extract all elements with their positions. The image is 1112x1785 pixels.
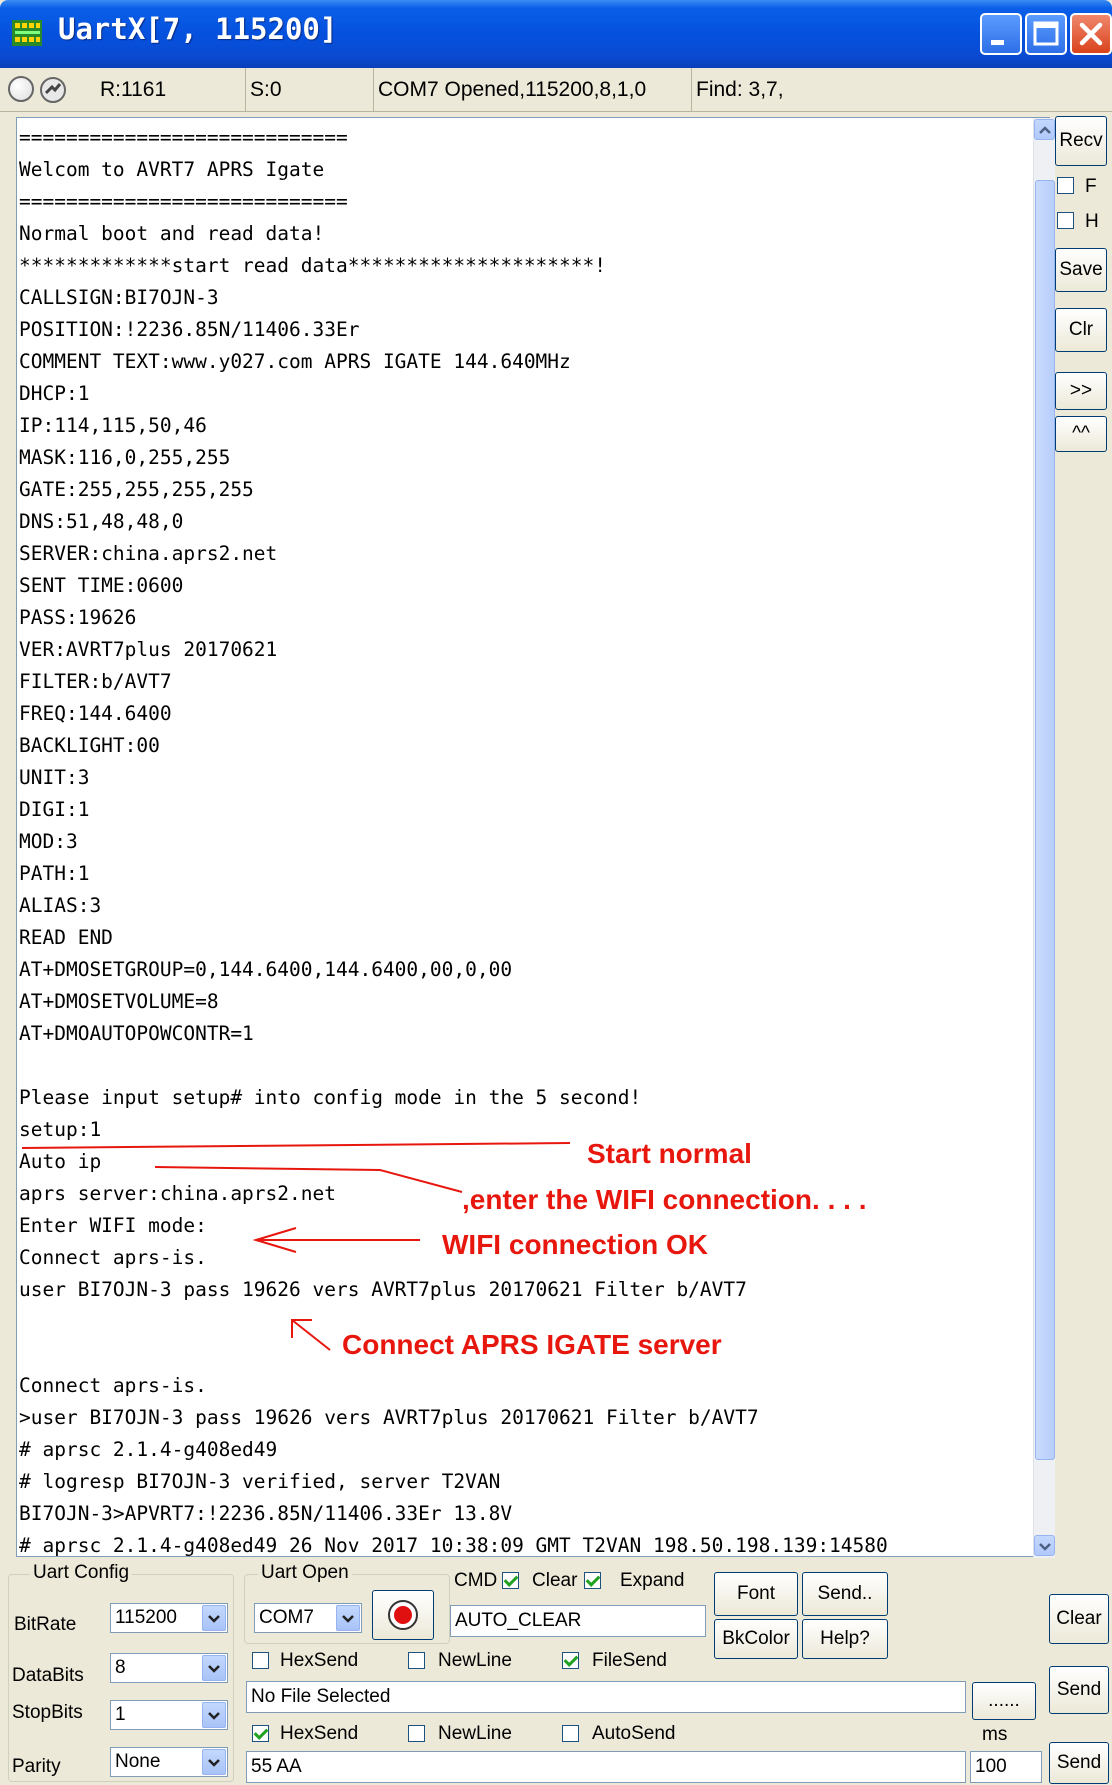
next-button[interactable]: >> — [1055, 372, 1107, 410]
uart-open-title: Uart Open — [258, 1562, 352, 1584]
annotation-wifi-ok: WIFI connection OK — [442, 1229, 708, 1260]
font-button[interactable]: Font — [714, 1572, 798, 1616]
bkcolor-button[interactable]: BkColor — [714, 1619, 798, 1659]
f-label: F — [1085, 176, 1097, 197]
file-send-button[interactable]: Send — [1049, 1666, 1109, 1714]
hexsend-file-checkbox[interactable] — [252, 1652, 269, 1669]
browse-button[interactable]: ...... — [972, 1682, 1036, 1720]
newline-file-checkbox[interactable] — [408, 1652, 425, 1669]
uart-config-title: Uart Config — [30, 1562, 133, 1584]
clear-send-button[interactable]: Clear — [1049, 1594, 1109, 1644]
send-data-input[interactable]: 55 AA — [246, 1751, 966, 1783]
annotation-enter-wifi: ,enter the WIFI connection. . . . — [462, 1184, 866, 1215]
annotation-connect-igate: Connect APRS IGATE server — [342, 1329, 722, 1360]
send-button[interactable]: Send — [1049, 1742, 1109, 1784]
expand-label: Expand — [620, 1570, 685, 1591]
databits-select[interactable]: 8 — [110, 1653, 228, 1683]
autosend-checkbox[interactable] — [562, 1725, 579, 1742]
bitrate-select[interactable]: 115200 — [110, 1603, 228, 1633]
databits-label: DataBits — [12, 1665, 84, 1686]
dropdown-arrow-icon — [202, 1655, 226, 1681]
hexsend-label: HexSend — [280, 1723, 359, 1744]
scroll-top-button[interactable]: ^^ — [1055, 416, 1107, 452]
hexsend-checkbox[interactable] — [252, 1725, 269, 1742]
h-label: H — [1085, 211, 1099, 232]
filesend-label: FileSend — [592, 1650, 667, 1671]
newline-checkbox[interactable] — [408, 1725, 425, 1742]
dropdown-arrow-icon — [202, 1749, 226, 1775]
port-value: COM7 — [259, 1607, 314, 1628]
up-left-arrow-icon — [291, 1319, 331, 1351]
cmd-checkbox[interactable] — [502, 1572, 519, 1589]
dropdown-arrow-icon — [336, 1605, 360, 1631]
clear-checkbox[interactable] — [584, 1572, 601, 1589]
annotation-start-normal: Start normal — [587, 1138, 752, 1169]
clear-checkbox-label: Clear — [532, 1570, 578, 1591]
f-checkbox[interactable] — [1057, 177, 1074, 194]
stopbits-value: 1 — [115, 1704, 126, 1725]
ms-label: ms — [982, 1724, 1008, 1745]
bitrate-label: BitRate — [14, 1614, 77, 1635]
save-button[interactable]: Save — [1055, 248, 1107, 292]
dropdown-arrow-icon — [202, 1605, 226, 1631]
open-port-button[interactable] — [372, 1590, 434, 1640]
autosend-label: AutoSend — [592, 1723, 676, 1744]
help-button[interactable]: Help? — [802, 1619, 888, 1659]
clr-button[interactable]: Clr — [1055, 308, 1107, 352]
databits-value: 8 — [115, 1657, 126, 1678]
parity-select[interactable]: None — [110, 1747, 228, 1777]
recv-button[interactable]: Recv — [1055, 116, 1107, 166]
command-input[interactable]: AUTO_CLEAR — [450, 1605, 706, 1637]
interval-input[interactable]: 100 — [970, 1751, 1042, 1783]
file-path-field[interactable]: No File Selected — [246, 1681, 966, 1713]
parity-value: None — [115, 1751, 161, 1772]
newline-file-label: NewLine — [438, 1650, 512, 1671]
dropdown-arrow-icon — [202, 1702, 226, 1728]
arrow-line-start — [21, 1142, 571, 1149]
h-checkbox[interactable] — [1057, 212, 1074, 229]
cmd-label: CMD — [454, 1570, 498, 1591]
record-icon — [388, 1600, 418, 1630]
stopbits-label: StopBits — [12, 1702, 83, 1723]
bitrate-value: 115200 — [115, 1607, 177, 1628]
parity-label: Parity — [12, 1756, 61, 1777]
filesend-checkbox[interactable] — [562, 1652, 579, 1669]
left-arrow-icon — [252, 1227, 420, 1253]
annotation-overlay: Start normal ,enter the WIFI connection.… — [21, 1138, 866, 1360]
stopbits-select[interactable]: 1 — [110, 1700, 228, 1730]
newline-label: NewLine — [438, 1723, 512, 1744]
send-dots-button[interactable]: Send.. — [802, 1572, 888, 1616]
port-select[interactable]: COM7 — [254, 1603, 362, 1633]
hexsend-file-label: HexSend — [280, 1650, 359, 1671]
arrow-line-wifi — [154, 1166, 463, 1193]
